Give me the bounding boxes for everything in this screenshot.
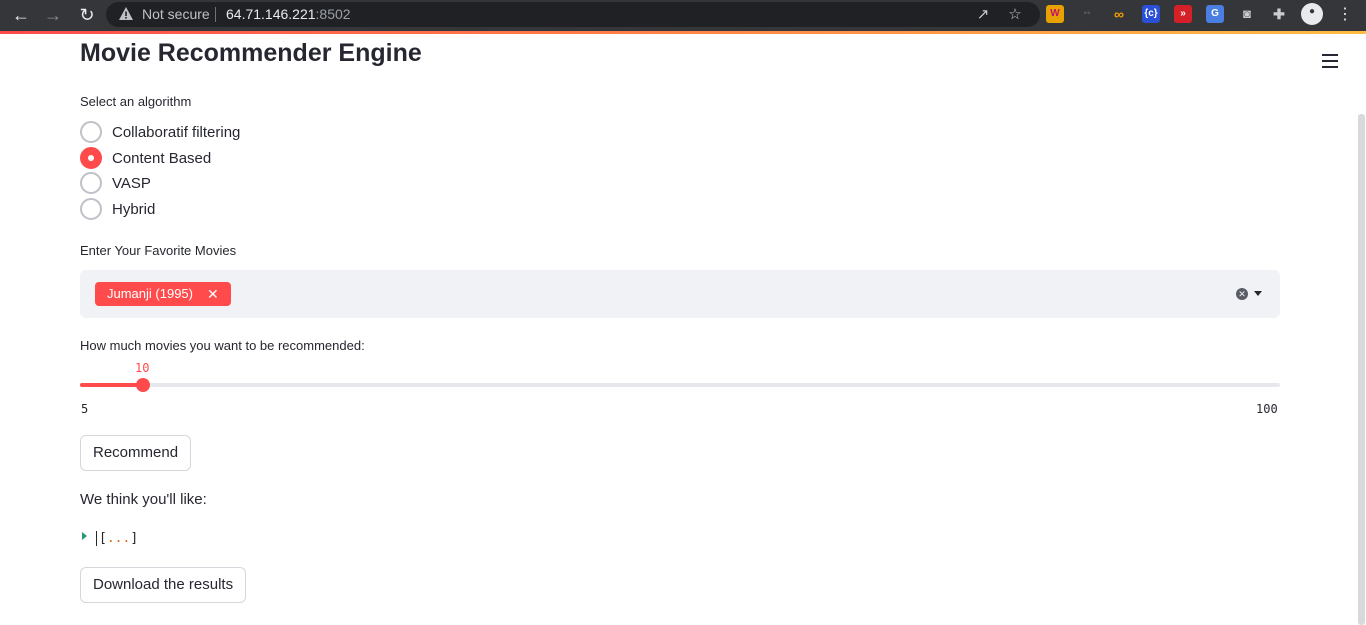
radio-circle-selected[interactable] [80, 147, 102, 169]
camera-icon[interactable]: ◙ [1238, 5, 1256, 23]
radio-circle[interactable] [80, 198, 102, 220]
back-arrow-icon[interactable]: ← [10, 4, 32, 26]
page-scrollbar[interactable] [1358, 114, 1365, 625]
slider-current-value: 10 [135, 361, 150, 375]
warning-icon [119, 7, 133, 20]
radio-vasp[interactable]: VASP [80, 172, 151, 194]
json-open-bracket: [ [99, 531, 107, 546]
results-json[interactable]: [...] [96, 531, 138, 546]
bookmark-star-icon[interactable]: ☆ [1006, 6, 1024, 24]
slider-max-value: 100 [1256, 402, 1278, 416]
hamburger-line [1322, 54, 1338, 56]
omnibox-divider [215, 7, 216, 22]
algorithm-label: Select an algorithm [80, 94, 192, 109]
profile-avatar[interactable]: ● [1301, 3, 1323, 25]
hamburger-menu-icon[interactable] [1322, 54, 1338, 68]
radio-label: VASP [112, 174, 151, 192]
slider-thumb[interactable] [136, 378, 150, 392]
extension-forward-icon[interactable]: » [1174, 5, 1192, 23]
slider-min-value: 5 [81, 402, 89, 416]
share-icon[interactable]: ↗ [974, 6, 992, 24]
radio-label: Hybrid [112, 200, 156, 218]
expand-json-icon[interactable] [82, 532, 87, 540]
slider-label: How much movies you want to be recommend… [80, 338, 365, 353]
extension-gray-icon[interactable]: ▪▪ [1078, 5, 1096, 23]
recommendation-count-slider[interactable] [80, 378, 1280, 392]
google-translate-icon[interactable]: G [1206, 5, 1224, 23]
favorite-movies-multiselect[interactable]: Jumanji (1995) ✕ ✕ [80, 270, 1280, 318]
app-main: Movie Recommender Engine Select an algor… [0, 34, 1366, 625]
download-results-button[interactable]: Download the results [80, 567, 247, 603]
radio-circle[interactable] [80, 121, 102, 143]
url-host: 64.71.146.221 [226, 6, 316, 22]
page-title: Movie Recommender Engine [80, 39, 422, 67]
json-collapsed-dots: ... [106, 531, 131, 546]
radio-label: Content Based [112, 149, 212, 167]
forward-arrow-icon[interactable]: → [42, 4, 64, 26]
radio-content-based[interactable]: Content Based [80, 147, 211, 169]
extension-brackets-icon[interactable]: {c} [1142, 5, 1160, 23]
reload-icon[interactable]: ↻ [76, 4, 98, 26]
address-bar[interactable]: Not secure 64.71.146.221:8502 ↗ ☆ [106, 2, 1040, 27]
browser-chrome: ← → ↻ Not secure 64.71.146.221:8502 ↗ ☆ … [0, 0, 1366, 34]
hamburger-line [1322, 66, 1338, 68]
url-port: :8502 [315, 6, 351, 22]
remove-tag-icon[interactable]: ✕ [207, 282, 219, 306]
selected-movie-tag: Jumanji (1995) ✕ [95, 282, 231, 306]
url-text[interactable]: 64.71.146.221:8502 [226, 6, 351, 22]
security-label[interactable]: Not secure [142, 6, 210, 22]
slider-fill [80, 383, 143, 387]
tag-label: Jumanji (1995) [107, 286, 193, 301]
json-close-bracket: ] [130, 531, 139, 546]
chevron-down-icon[interactable] [1254, 291, 1262, 296]
radio-label: Collaboratif filtering [112, 123, 241, 141]
radio-circle[interactable] [80, 172, 102, 194]
radio-hybrid[interactable]: Hybrid [80, 198, 155, 220]
favorites-label: Enter Your Favorite Movies [80, 243, 237, 258]
extensions-puzzle-icon[interactable]: ✚ [1270, 5, 1288, 23]
extension-w-icon[interactable]: W [1046, 5, 1064, 23]
hamburger-line [1322, 60, 1338, 62]
browser-menu-icon[interactable]: ⋮ [1334, 4, 1356, 26]
results-heading: We think you'll like: [80, 491, 207, 508]
recommend-button[interactable]: Recommend [80, 435, 192, 471]
radio-collaboratif-filtering[interactable]: Collaboratif filtering [80, 121, 240, 143]
extension-infinity-icon[interactable]: ∞ [1110, 5, 1128, 23]
clear-all-icon[interactable]: ✕ [1236, 288, 1248, 300]
